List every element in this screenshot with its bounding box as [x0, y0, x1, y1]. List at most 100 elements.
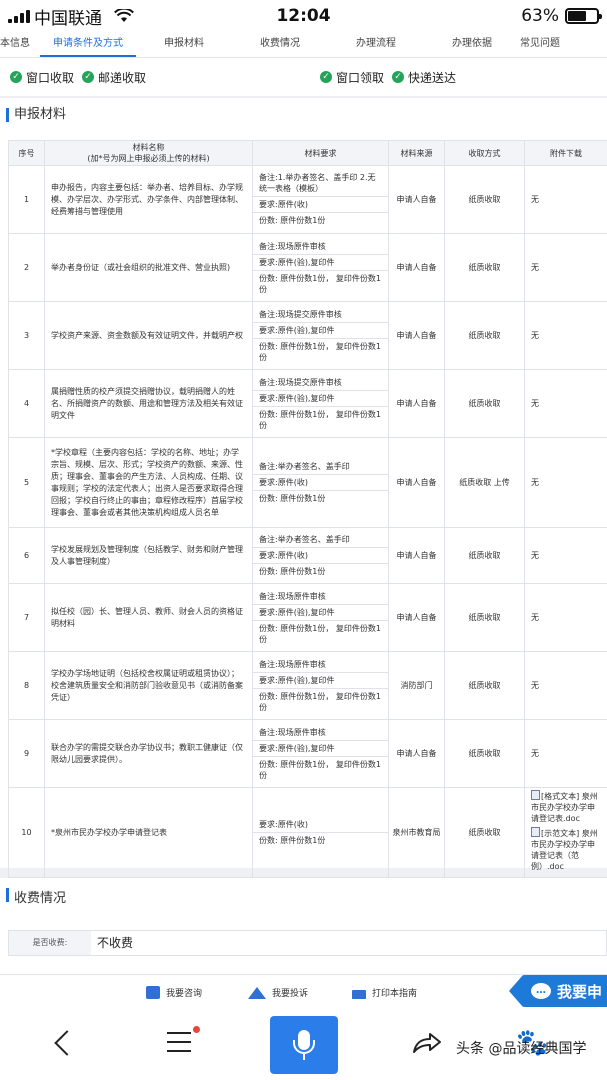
- collection-method: 纸质收取: [444, 301, 525, 370]
- complain-link[interactable]: 我要投诉: [248, 986, 308, 999]
- microphone-base: [303, 1054, 305, 1060]
- material-requirements: 备注:现场原件审核 要求:原件(验),复印件 份数: 原件份数1份， 复印件份数1份: [252, 719, 389, 788]
- back-icon[interactable]: [54, 1030, 80, 1056]
- material-name: 举办者身份证（或社会组织的批准文件、营业执照): [44, 233, 253, 302]
- requirement-line: 份数: 原件份数1份， 复印件份数1份: [259, 409, 381, 430]
- battery-percent: 63%: [521, 6, 559, 26]
- status-bar: 中国联通 12:04 63%: [0, 0, 607, 32]
- material-source: 申请人自备: [388, 583, 445, 652]
- attachment-label: [格式文本] 泉州市民办学校办学申请登记表.doc: [531, 792, 598, 823]
- requirement-line: 要求:原件(验),复印件: [253, 741, 388, 757]
- requirement-line: 备注:现场原件审核: [253, 589, 388, 605]
- table-row: 3 学校资产来源、资金数额及有效证明文件，并载明产权 备注:现场提交原件审核 要求:原…: [8, 301, 607, 370]
- requirement-line: 份数: 原件份数1份， 复印件份数1份: [259, 623, 381, 644]
- materials-table: 序号 材料名称 (加*号为网上申报必须上传的材料) 材料要求 材料来源 收取方式…: [8, 140, 607, 878]
- option-window-pickup: ✓ 窗口领取: [320, 69, 384, 86]
- send-icon: [248, 986, 266, 999]
- browser-toolbar: 🐾 头条 @品读经典国学: [0, 1010, 607, 1080]
- option-mail-receive: ✓ 邮递收取: [82, 69, 146, 86]
- option-label: 窗口收取: [26, 70, 75, 85]
- carrier-name: 中国联通: [34, 8, 102, 29]
- material-source: 申请人自备: [388, 369, 445, 438]
- requirement-line: 要求:原件(验),复印件: [253, 391, 388, 407]
- requirement-line: 要求:原件(收): [253, 548, 388, 564]
- option-label: 邮递收取: [98, 70, 147, 85]
- print-label: 打印本指南: [372, 989, 418, 999]
- microphone-stand: [293, 1040, 315, 1054]
- chat-bubble-icon: …: [531, 983, 551, 999]
- check-icon: ✓: [320, 71, 332, 83]
- tab-faq[interactable]: 常见问题: [520, 32, 580, 57]
- material-source: 申请人自备: [388, 233, 445, 302]
- header-method: 收取方式: [444, 140, 525, 166]
- requirement-line: 备注:现场原件审核: [253, 725, 388, 741]
- print-link[interactable]: 打印本指南: [352, 986, 417, 999]
- requirement-line: 份数: 原件份数1份: [259, 835, 326, 845]
- section-title-fees: 收费情况: [0, 878, 607, 912]
- option-label: 窗口领取: [336, 70, 385, 85]
- row-number: 1: [8, 165, 45, 234]
- attachment-link[interactable]: [格式文本] 泉州市民办学校办学申请登记表.doc: [531, 790, 601, 824]
- material-source: 消防部门: [388, 651, 445, 720]
- table-row: 7 拟任校（园）长、管理人员、教师、财会人员的资格证明材料 备注:现场原件审核 要求:…: [8, 583, 607, 652]
- tab-basic-info[interactable]: 本信息: [0, 32, 40, 57]
- chat-icon: [146, 986, 160, 999]
- material-name: 属捐赠性质的校产须提交捐赠协议，载明捐赠人的姓名、所捐赠资产的数额、用途和管理方…: [44, 369, 253, 438]
- requirement-line: 要求:原件(验),复印件: [253, 323, 388, 339]
- tab-materials[interactable]: 申报材料: [136, 32, 232, 57]
- action-bar: 我要咨询 我要投诉 打印本指南 … 我要申: [0, 974, 607, 1010]
- collection-method: 纸质收取: [444, 165, 525, 234]
- attachment-cell: 无: [524, 719, 607, 788]
- requirement-line: 份数: 原件份数1份， 复印件份数1份: [259, 341, 381, 362]
- document-icon: [531, 790, 540, 800]
- attachment-cell: [格式文本] 泉州市民办学校办学申请登记表.doc [示范文本] 泉州市民办学校办…: [524, 787, 607, 878]
- requirement-line: 份数: 原件份数1份: [259, 566, 326, 576]
- option-window-receive: ✓ 窗口收取: [10, 69, 74, 86]
- material-requirements: 备注:现场提交原件审核 要求:原件(验),复印件份数: 原件份数1份， 复印件份数…: [252, 369, 389, 438]
- table-row: 1 申办报告，内容主要包括：举办者、培养目标、办学规模、办学层次、办学形式、办学条…: [8, 165, 607, 234]
- fee-row: 是否收费: 不收费: [8, 930, 607, 956]
- fees-section: 收费情况 是否收费: 不收费: [0, 878, 607, 974]
- consult-label: 我要咨询: [166, 989, 203, 999]
- consult-link[interactable]: 我要咨询: [146, 986, 202, 999]
- document-icon: [531, 827, 540, 837]
- requirement-line: 份数: 原件份数1份， 复印件份数1份: [259, 273, 381, 294]
- check-icon: ✓: [10, 71, 22, 83]
- voice-button[interactable]: [270, 1016, 338, 1074]
- table-row: 4 属捐赠性质的校产须提交捐赠协议，载明捐赠人的姓名、所捐赠资产的数额、用途和管理…: [8, 369, 607, 438]
- row-number: 8: [8, 651, 45, 720]
- check-icon: ✓: [392, 71, 405, 83]
- table-row: 2 举办者身份证（或社会组织的批准文件、营业执照) 备注:现场原件审核 要求:原件(验…: [8, 233, 607, 302]
- material-name: 拟任校（园）长、管理人员、教师、财会人员的资格证明材料: [44, 583, 253, 652]
- notification-dot: [193, 1026, 200, 1033]
- option-label: 快递送达: [408, 70, 457, 85]
- tab-conditions[interactable]: 申请条件及方式: [40, 32, 136, 57]
- row-number: 5: [8, 437, 45, 528]
- materials-section: 申报材料 序号 材料名称 (加*号为网上申报必须上传的材料) 材料要求 材料来源…: [0, 98, 607, 878]
- complain-label: 我要投诉: [272, 989, 309, 999]
- menu-icon[interactable]: [167, 1032, 191, 1052]
- collection-method: 纸质收取: [444, 233, 525, 302]
- header-no: 序号: [8, 140, 45, 166]
- material-requirements: 备注:1.举办者签名、盖手印 2.无统一表格（模板） 要求:原件(收) 份数: 原件…: [252, 165, 389, 234]
- row-number: 2: [8, 233, 45, 302]
- attachment-cell: 无: [524, 651, 607, 720]
- apply-button[interactable]: … 我要申: [509, 975, 607, 1007]
- tab-bar: 本信息 申请条件及方式 申报材料 收费情况 办理流程 办理依据 常见问题: [0, 32, 607, 58]
- collection-method: 纸质收取: [444, 651, 525, 720]
- material-requirements: 备注:现场原件审核 要求:原件(验),复印件 份数: 原件份数1份， 复印件份数1份: [252, 651, 389, 720]
- tab-fees[interactable]: 收费情况: [232, 32, 328, 57]
- requirement-line: 份数: 原件份数1份: [259, 493, 326, 503]
- table-row: 9 联合办学的需提交联合办学协议书；教职工健康证（仅限幼儿园要求提供）。 备注:现场…: [8, 719, 607, 788]
- attachment-label: [示范文本] 泉州市民办学校办学申请登记表（范例）.doc: [531, 829, 598, 871]
- tab-basis[interactable]: 办理依据: [424, 32, 520, 57]
- collection-method: 纸质收取: [444, 719, 525, 788]
- watermark: 头条 @品读经典国学: [456, 1041, 587, 1057]
- share-icon[interactable]: [412, 1032, 442, 1054]
- header-req: 材料要求: [252, 140, 389, 166]
- requirement-line: 要求:原件(收): [253, 817, 388, 833]
- tab-process[interactable]: 办理流程: [328, 32, 424, 57]
- requirement-line: 备注:现场提交原件审核: [253, 375, 388, 391]
- attachment-link[interactable]: [示范文本] 泉州市民办学校办学申请登记表（范例）.doc: [531, 827, 601, 872]
- material-name: 学校发展规划及管理制度（包括教学、财务和财产管理及人事管理制度）: [44, 527, 253, 584]
